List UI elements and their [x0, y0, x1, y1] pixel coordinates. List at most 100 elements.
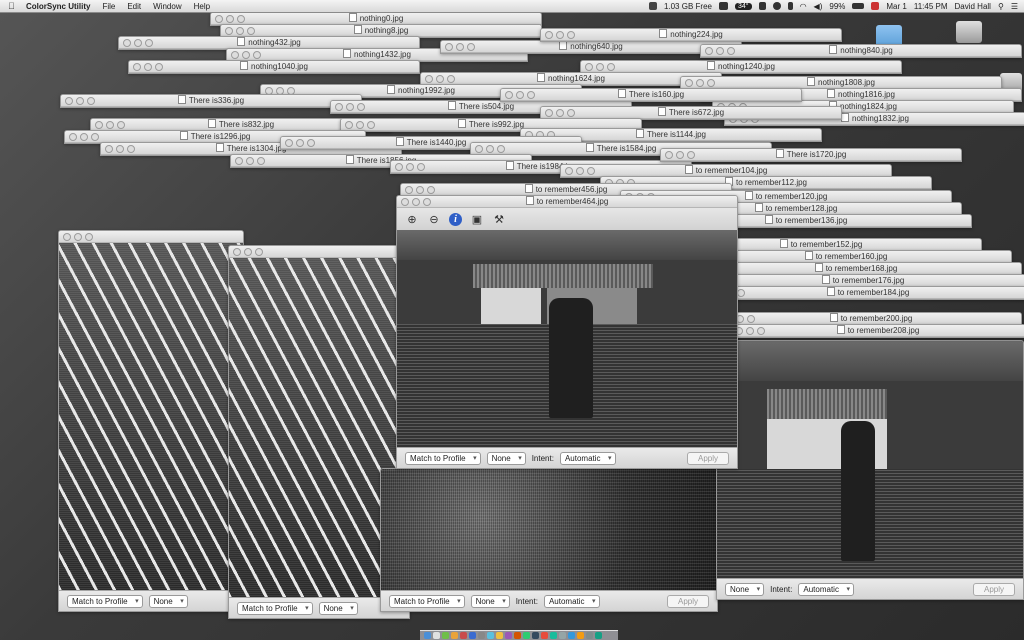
clock-status[interactable]: 11:45 PM [914, 2, 948, 11]
stacked-window[interactable]: to remember184.jpg [710, 286, 1024, 300]
title-bar[interactable]: There is1720.jpg [661, 149, 961, 161]
title-bar[interactable]: nothing840.jpg [701, 45, 1021, 57]
image-window[interactable]: None Intent: Automatic Apply [716, 340, 1024, 600]
match-to-profile-select[interactable]: Match to Profile [389, 594, 465, 608]
dock-app-icon[interactable] [460, 632, 467, 639]
zoom-in-icon[interactable]: ⊕ [405, 212, 419, 226]
volume-icon[interactable]: ◀) [814, 2, 823, 11]
intent-label: Intent: [770, 584, 793, 594]
app-menu[interactable]: ColorSync Utility [26, 2, 90, 11]
window-title: nothing640.jpg [570, 42, 623, 51]
dock-app-icon[interactable] [424, 632, 431, 639]
apply-button[interactable]: Apply [972, 582, 1015, 596]
window-title: to remember160.jpg [815, 252, 888, 261]
dock-app-icon[interactable] [595, 632, 602, 639]
dropbox-icon[interactable] [648, 2, 657, 10]
profile-select[interactable]: None [725, 582, 765, 596]
dock-app-icon[interactable] [478, 632, 485, 639]
image-window[interactable]: Match to Profile None Intent: Automatic … [380, 468, 718, 612]
monitor-icon[interactable] [718, 2, 728, 10]
document-icon [179, 131, 188, 140]
dock-app-icon[interactable] [559, 632, 566, 639]
match-to-profile-select[interactable]: Match to Profile [405, 451, 481, 465]
title-bar[interactable]: nothing224.jpg [541, 29, 841, 41]
stacked-window[interactable]: There is336.jpg [60, 94, 362, 108]
notification-icon[interactable]: ☰ [1011, 2, 1018, 11]
dock-app-icon[interactable] [523, 632, 530, 639]
dock-app-icon[interactable] [496, 632, 503, 639]
info-icon[interactable]: i [449, 212, 462, 226]
window-title: nothing1432.jpg [354, 50, 411, 59]
window-title: There is1584.jpg [596, 144, 657, 153]
menu-window[interactable]: Window [153, 2, 181, 11]
document-icon [240, 61, 249, 70]
intent-select[interactable]: Automatic [543, 594, 600, 608]
menu-edit[interactable]: Edit [127, 2, 141, 11]
menu-help[interactable]: Help [194, 2, 210, 11]
window-title: to remember112.jpg [736, 178, 807, 187]
window-title: There is672.jpg [668, 108, 725, 117]
memory-status[interactable]: 1.03 GB Free [664, 2, 712, 11]
window-title: to remember128.jpg [765, 204, 838, 213]
intent-select[interactable]: Automatic [798, 582, 854, 596]
stacked-window[interactable]: nothing640.jpg [440, 40, 742, 54]
hard-drive-icon[interactable] [956, 21, 982, 43]
document-icon [457, 119, 466, 128]
dock-app-icon[interactable] [505, 632, 512, 639]
battery-status[interactable]: 99% [829, 2, 845, 11]
title-bar[interactable]: to remember184.jpg [711, 287, 1024, 299]
stacked-window[interactable]: to remember208.jpg [730, 324, 1024, 338]
dock-app-icon[interactable] [451, 632, 458, 639]
profile-select[interactable]: None [486, 451, 526, 465]
document-icon [353, 25, 362, 34]
apple-menu-icon[interactable]:  [8, 1, 18, 11]
fit-icon[interactable]: ▣ [470, 212, 484, 226]
menu-file[interactable]: File [102, 2, 115, 11]
dock-app-icon[interactable] [541, 632, 548, 639]
profile-select[interactable]: None [318, 601, 358, 615]
front-image-window[interactable]: to remember464.jpg ⊕ ⊖ i ▣ ⚒ Match to Pr… [396, 195, 738, 469]
wifi-icon[interactable]: ◠ [800, 2, 807, 11]
zoom-out-icon[interactable]: ⊖ [427, 212, 441, 226]
flag-icon[interactable] [871, 2, 880, 10]
spotlight-icon[interactable]: ⚲ [998, 2, 1004, 11]
dock-app-icon[interactable] [442, 632, 449, 639]
timemachine-icon[interactable] [772, 2, 781, 10]
stacked-window[interactable]: There is1720.jpg [660, 148, 962, 162]
title-bar[interactable]: to remember208.jpg [731, 325, 1024, 337]
user-menu[interactable]: David Hall [955, 2, 991, 11]
intent-select[interactable]: Automatic [559, 451, 616, 465]
camera-icon[interactable] [758, 2, 766, 10]
title-bar[interactable]: There is336.jpg [61, 95, 361, 107]
title-bar[interactable]: to remember464.jpg [397, 196, 737, 208]
title-bar[interactable]: nothing1040.jpg [129, 61, 419, 73]
stacked-window[interactable]: There is160.jpg [500, 88, 802, 102]
dock-app-icon[interactable] [550, 632, 557, 639]
apply-button[interactable]: Apply [686, 451, 729, 465]
apply-button[interactable]: Apply [666, 594, 709, 608]
match-to-profile-select[interactable]: Match to Profile [237, 601, 313, 615]
image-window[interactable]: Match to Profile None [58, 230, 244, 612]
battery-icon[interactable] [852, 3, 865, 9]
match-to-profile-select[interactable]: Match to Profile [67, 594, 143, 608]
stacked-window[interactable]: nothing840.jpg [700, 44, 1022, 58]
profile-select[interactable]: None [470, 594, 510, 608]
tools-icon[interactable]: ⚒ [492, 212, 506, 226]
profile-select[interactable]: None [148, 594, 188, 608]
dock-app-icon[interactable] [577, 632, 584, 639]
dock-app-icon[interactable] [568, 632, 575, 639]
dock-app-icon[interactable] [586, 632, 593, 639]
title-bar[interactable]: nothing640.jpg [441, 41, 741, 53]
dock-app-icon[interactable] [433, 632, 440, 639]
bluetooth-icon[interactable] [787, 2, 793, 10]
dock-app-icon[interactable] [487, 632, 494, 639]
stacked-window[interactable]: nothing224.jpg [540, 28, 842, 42]
dock-app-icon[interactable] [469, 632, 476, 639]
title-bar[interactable]: There is160.jpg [501, 89, 801, 101]
date-status[interactable]: Mar 1 [886, 2, 906, 11]
document-icon [814, 263, 823, 272]
stacked-window[interactable]: nothing1040.jpg [128, 60, 420, 74]
dock-app-icon[interactable] [532, 632, 539, 639]
temperature-status[interactable]: 34° [734, 2, 752, 10]
dock-app-icon[interactable] [514, 632, 521, 639]
